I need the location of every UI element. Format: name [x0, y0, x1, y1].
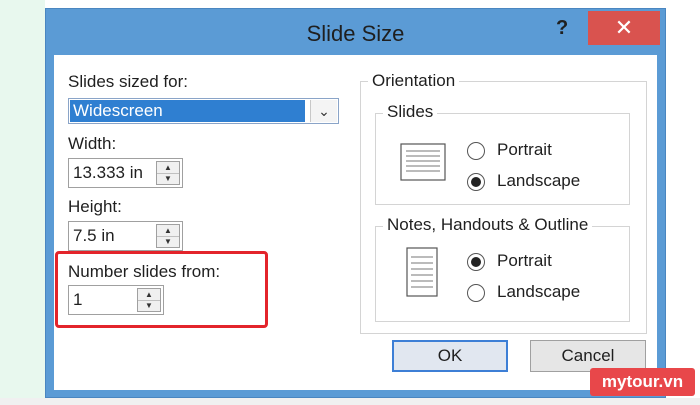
- notes-orientation-title: Notes, Handouts & Outline: [383, 215, 593, 235]
- slides-landscape-label[interactable]: Landscape: [497, 171, 580, 191]
- slides-portrait-radio[interactable]: [467, 142, 485, 160]
- spin-down-icon[interactable]: ▼: [157, 236, 179, 247]
- notes-portrait-label[interactable]: Portrait: [497, 251, 552, 271]
- slide-size-dialog: Slide Size ? ✕ Slides sized for: Widescr…: [45, 8, 666, 398]
- chevron-down-icon[interactable]: ⌄: [310, 100, 337, 122]
- height-label: Height:: [68, 197, 122, 216]
- orientation-title: Orientation: [368, 71, 460, 91]
- spin-down-icon[interactable]: ▼: [157, 173, 179, 184]
- watermark-logo: mytour.vn: [590, 368, 695, 396]
- ok-button[interactable]: OK: [392, 340, 508, 372]
- close-button[interactable]: ✕: [588, 11, 660, 45]
- spin-down-icon[interactable]: ▼: [138, 300, 160, 311]
- landscape-page-icon: [400, 143, 446, 181]
- width-label: Width:: [68, 134, 117, 153]
- spin-arrows-icon[interactable]: ▲ ▼: [156, 224, 180, 248]
- background-left: [0, 0, 45, 405]
- title-bar[interactable]: Slide Size ? ✕: [46, 9, 665, 55]
- slides-portrait-label[interactable]: Portrait: [497, 140, 552, 160]
- number-slides-from-label: Number slides from:: [68, 262, 221, 281]
- slides-sized-for-value: Widescreen: [70, 100, 305, 122]
- width-value[interactable]: 13.333 in: [73, 163, 143, 183]
- number-slides-from-value[interactable]: 1: [73, 290, 82, 310]
- slides-sized-for-label: Slides sized for:: [68, 72, 188, 91]
- slides-landscape-radio[interactable]: [467, 173, 485, 191]
- slides-orientation-title: Slides: [383, 102, 438, 122]
- notes-landscape-radio[interactable]: [467, 284, 485, 302]
- spin-arrows-icon[interactable]: ▲ ▼: [137, 288, 161, 312]
- number-slides-from-spinner[interactable]: 1 ▲ ▼: [68, 285, 164, 315]
- portrait-page-icon: [406, 247, 438, 297]
- notes-landscape-label[interactable]: Landscape: [497, 282, 580, 302]
- slides-sized-for-dropdown[interactable]: Widescreen ⌄: [68, 98, 339, 124]
- width-spinner[interactable]: 13.333 in ▲ ▼: [68, 158, 183, 188]
- help-button[interactable]: ?: [556, 17, 568, 40]
- notes-portrait-radio[interactable]: [467, 253, 485, 271]
- height-spinner[interactable]: 7.5 in ▲ ▼: [68, 221, 183, 251]
- height-value[interactable]: 7.5 in: [73, 226, 115, 246]
- background-bottom: [0, 398, 700, 405]
- spin-arrows-icon[interactable]: ▲ ▼: [156, 161, 180, 185]
- dialog-title: Slide Size: [306, 21, 405, 46]
- dialog-body: Slides sized for: Widescreen ⌄ Width: 13…: [54, 55, 657, 390]
